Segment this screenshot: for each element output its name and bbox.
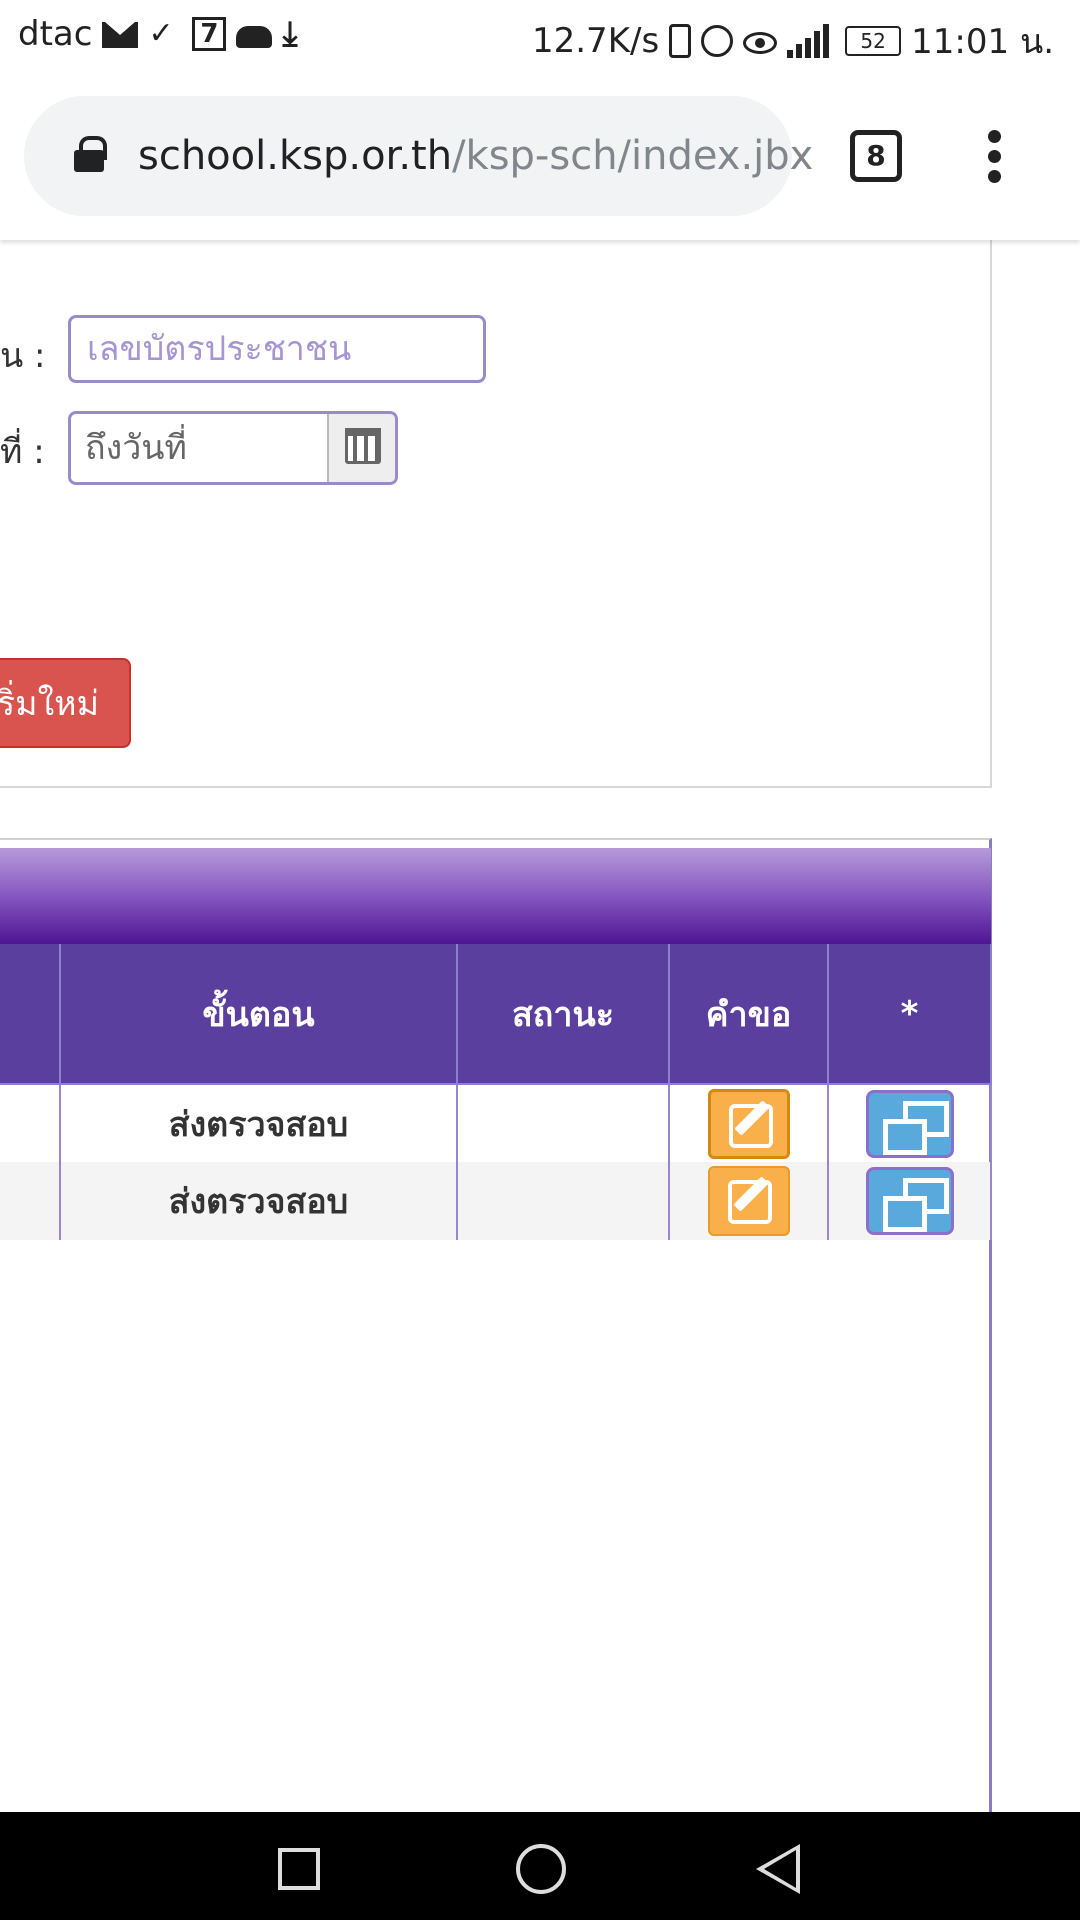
edit-request-button[interactable] xyxy=(707,1166,790,1236)
action-cell xyxy=(828,1162,992,1240)
clock: 11:01 น. xyxy=(911,22,1054,62)
back-triangle-icon[interactable] xyxy=(756,1844,802,1894)
eye-icon xyxy=(743,32,778,54)
battery-icon: 52 xyxy=(845,26,902,56)
to-date-group xyxy=(68,411,398,485)
panel-heading xyxy=(0,848,991,944)
home-circle-icon[interactable] xyxy=(516,1844,566,1894)
edit-icon xyxy=(728,1103,773,1148)
network-speed: 12.7K/s xyxy=(531,21,660,61)
address-bar[interactable]: school.ksp.or.th/ksp-sch/index.jbx xyxy=(24,96,813,216)
signal-icon xyxy=(787,24,835,58)
column-header-status: สถานะ xyxy=(457,944,670,1085)
status-cell xyxy=(457,1084,670,1162)
window-restore-icon xyxy=(881,1100,949,1155)
calendar-icon xyxy=(345,428,381,464)
request-cell xyxy=(669,1084,829,1162)
action-cell xyxy=(828,1084,992,1162)
mail-icon xyxy=(102,22,139,48)
id-number-label: น : xyxy=(0,336,46,376)
status-left: dtac ✓ 7 ⤓ xyxy=(18,14,316,54)
reset-button[interactable]: ริ่มใหม่ xyxy=(0,658,131,748)
request-cell xyxy=(669,1162,829,1240)
id-number-input[interactable] xyxy=(68,315,486,383)
open-window-button[interactable] xyxy=(865,1089,954,1158)
alarm-icon xyxy=(701,25,734,57)
status-right: 12.7K/s 52 11:01 น. xyxy=(532,14,1054,68)
row-hidden-cell xyxy=(0,1084,61,1162)
results-panel: ขั้นตอน สถานะ คำขอ * ส่งตรวจสอบ ส่งตรวจส… xyxy=(0,838,992,1850)
open-window-button[interactable] xyxy=(865,1167,954,1235)
column-header-action: * xyxy=(828,944,992,1085)
calendar-button[interactable] xyxy=(327,414,395,482)
status-bar: dtac ✓ 7 ⤓ 12.7K/s 52 11:01 น. xyxy=(0,0,1080,78)
edit-icon xyxy=(727,1180,772,1224)
to-date-label: ที่ : xyxy=(0,432,45,472)
navigation-bar xyxy=(0,1812,1080,1920)
results-table: ขั้นตอน สถานะ คำขอ * ส่งตรวจสอบ ส่งตรวจส… xyxy=(0,944,992,1240)
check-icon: ✓ xyxy=(148,16,174,51)
url-text[interactable]: school.ksp.or.th/ksp-sch/index.jbx xyxy=(138,96,813,216)
carrier-name: dtac xyxy=(18,14,93,54)
search-panel xyxy=(0,228,992,788)
step-cell: ส่งตรวจสอบ xyxy=(60,1162,458,1240)
table-row: ส่งตรวจสอบ xyxy=(0,1084,992,1162)
status-cell xyxy=(457,1162,670,1240)
to-date-input[interactable] xyxy=(71,414,327,482)
vibrate-icon xyxy=(669,24,692,58)
table-row: ส่งตรวจสอบ xyxy=(0,1162,992,1240)
column-header-request: คำขอ xyxy=(669,944,829,1085)
column-header-hidden xyxy=(0,944,61,1085)
edit-request-button[interactable] xyxy=(707,1088,790,1159)
url-path: /ksp-sch/index.jbx xyxy=(452,133,814,179)
window-restore-icon xyxy=(881,1178,949,1232)
lock-icon[interactable] xyxy=(74,136,107,172)
cloud-icon xyxy=(236,26,273,48)
browser-toolbar: school.ksp.or.th/ksp-sch/index.jbx 8 xyxy=(0,78,1080,240)
seven-eleven-icon: 7 xyxy=(192,17,227,51)
step-cell: ส่งตรวจสอบ xyxy=(60,1084,458,1162)
overflow-menu-icon[interactable] xyxy=(986,130,1002,184)
overview-square-icon[interactable] xyxy=(278,1848,320,1890)
download-icon: ⤓ xyxy=(282,14,298,54)
column-header-step: ขั้นตอน xyxy=(60,944,458,1085)
table-header-row: ขั้นตอน สถานะ คำขอ * xyxy=(0,944,992,1085)
url-host: school.ksp.or.th xyxy=(138,133,453,179)
row-hidden-cell xyxy=(0,1162,61,1240)
tab-switcher-button[interactable]: 8 xyxy=(850,130,902,182)
